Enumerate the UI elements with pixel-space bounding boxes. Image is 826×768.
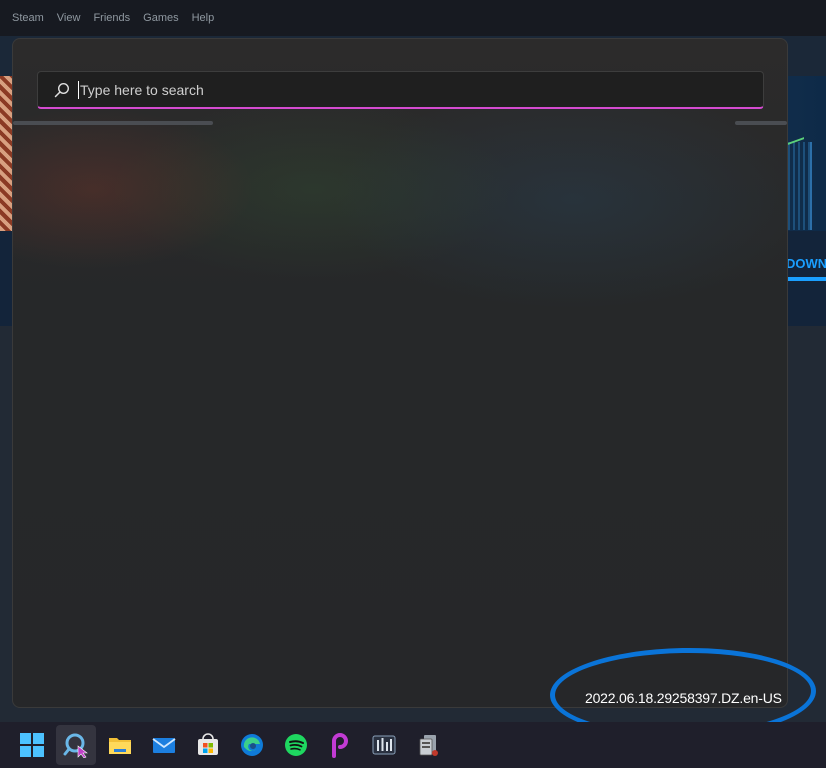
steam-menu-friends[interactable]: Friends — [93, 12, 130, 24]
steam-downloads-tab[interactable]: DOWN — [786, 256, 826, 271]
taskbar-search-button[interactable] — [56, 725, 96, 765]
search-icon — [63, 733, 88, 758]
steam-menu-help[interactable]: Help — [192, 12, 215, 24]
steam-menubar: Steam View Friends Games Help — [0, 0, 826, 36]
download-graph — [786, 142, 812, 230]
windows-start-icon — [20, 733, 44, 757]
steam-menu-steam[interactable]: Steam — [12, 12, 44, 24]
taskbar — [0, 722, 826, 768]
search-icon — [54, 82, 70, 98]
search-box[interactable] — [37, 71, 764, 109]
steam-downloads-tab-underline — [786, 277, 826, 281]
microsoft-store-button[interactable] — [188, 725, 228, 765]
mail-button[interactable] — [144, 725, 184, 765]
file-explorer-button[interactable] — [100, 725, 140, 765]
picsart-icon — [332, 733, 348, 758]
file-explorer-icon — [109, 738, 131, 754]
search-flyout-panel: 2022.06.18.29258397.DZ.en-US — [12, 38, 788, 708]
scroll-indicator-left — [13, 121, 213, 125]
steam-menu-games[interactable]: Games — [143, 12, 178, 24]
mail-icon — [152, 738, 176, 753]
spotify-icon — [285, 734, 307, 756]
steam-menu-view[interactable]: View — [57, 12, 81, 24]
edge-icon — [241, 734, 263, 756]
audio-mixer-icon — [372, 735, 396, 755]
microsoft-store-icon — [198, 733, 218, 755]
scroll-indicator-right — [735, 121, 787, 125]
panel-backdrop-glow — [13, 99, 787, 399]
spotify-button[interactable] — [276, 725, 316, 765]
edge-browser-button[interactable] — [232, 725, 272, 765]
text-caret — [78, 80, 79, 99]
audio-mixer-button[interactable] — [364, 725, 404, 765]
steam-app-icon — [419, 735, 438, 756]
start-button[interactable] — [12, 725, 52, 765]
search-input[interactable] — [80, 81, 763, 98]
picsart-button[interactable] — [320, 725, 360, 765]
steam-app-button[interactable] — [408, 725, 448, 765]
